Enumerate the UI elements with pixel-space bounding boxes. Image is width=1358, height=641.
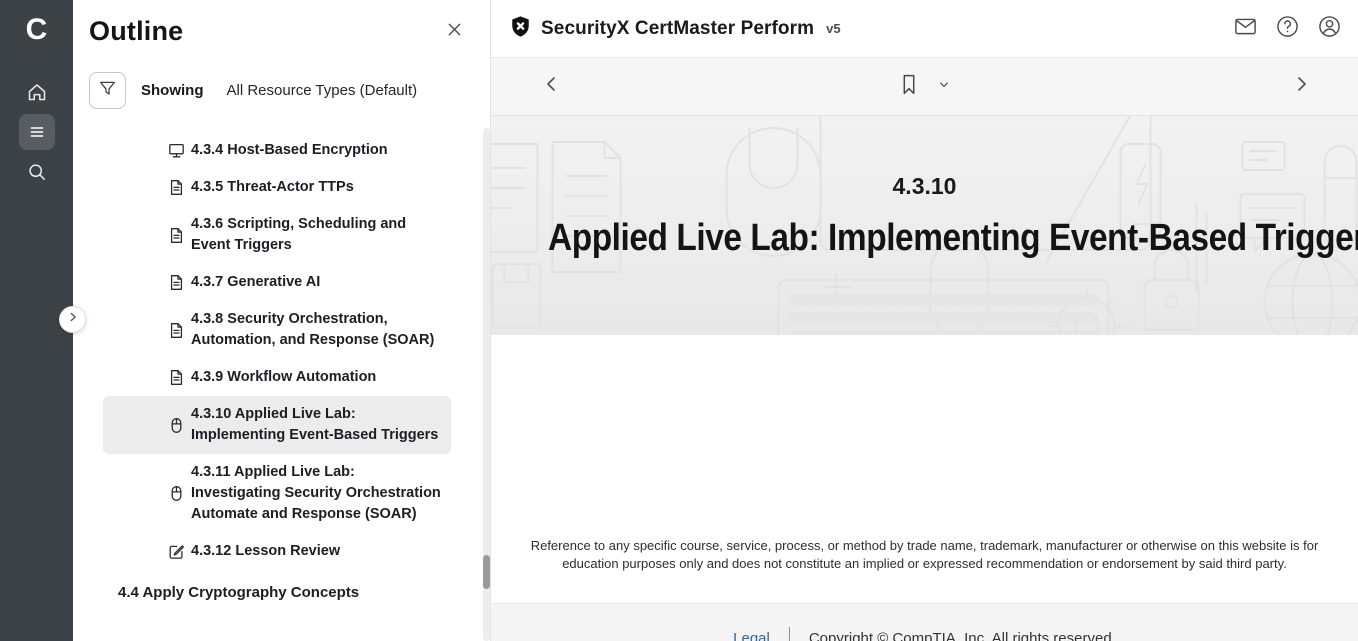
- brand: SecurityX CertMaster Perform v5: [509, 15, 841, 43]
- main-content: SecurityX CertMaster Perform v5: [490, 0, 1358, 641]
- outline-item-label: 4.3.11 Applied Live Lab: Investigating S…: [191, 462, 443, 525]
- messages-button[interactable]: [1233, 14, 1258, 44]
- header-actions: [1233, 14, 1342, 44]
- product-title: SecurityX CertMaster Perform: [541, 18, 814, 40]
- help-button[interactable]: [1275, 14, 1300, 44]
- outline-list: 4.3.4 Host-Based Encryption 4.3.5 Threat…: [73, 132, 490, 570]
- previous-page-button[interactable]: [541, 73, 563, 100]
- page-footer: Legal Copyright © CompTIA, Inc. All righ…: [491, 603, 1358, 641]
- home-icon: [26, 81, 48, 103]
- outline-item[interactable]: 4.3.9 Workflow Automation: [103, 359, 451, 396]
- outline-item-label: 4.3.8 Security Orchestration, Automation…: [191, 309, 443, 351]
- next-page-button[interactable]: [1290, 73, 1312, 100]
- outline-item[interactable]: 4.3.6 Scripting, Scheduling and Event Tr…: [103, 206, 451, 264]
- document-icon: [168, 369, 185, 386]
- chevron-right-icon: [1290, 73, 1312, 100]
- outline-scrollbar-track[interactable]: [483, 128, 490, 641]
- outline-panel-header: Outline: [73, 0, 490, 47]
- mail-icon: [1233, 14, 1258, 44]
- outline-item-label: 4.3.9 Workflow Automation: [191, 367, 443, 388]
- lesson-title: Applied Live Lab: Implementing Event-Bas…: [548, 217, 1358, 260]
- filter-button[interactable]: [89, 72, 126, 109]
- panel-expand-button[interactable]: [59, 306, 86, 333]
- filter-label: Showing: [141, 82, 204, 99]
- filter-value[interactable]: All Resource Types (Default): [227, 82, 418, 99]
- outline-item[interactable]: 4.3.11 Applied Live Lab: Investigating S…: [103, 454, 451, 533]
- outline-item[interactable]: 4.3.12 Lesson Review: [103, 533, 451, 570]
- close-icon: [445, 20, 464, 44]
- monitor-icon: [168, 142, 185, 159]
- filter-funnel-icon: [98, 79, 117, 103]
- outline-item-label: 4.3.6 Scripting, Scheduling and Event Tr…: [191, 214, 443, 256]
- outline-item-label: 4.3.5 Threat-Actor TTPs: [191, 177, 443, 198]
- search-button[interactable]: [19, 154, 55, 190]
- comptia-logo: C: [26, 10, 48, 50]
- outline-item-label: 4.3.12 Lesson Review: [191, 541, 443, 562]
- bookmark-button[interactable]: [898, 73, 919, 101]
- outline-item[interactable]: 4.3.5 Threat-Actor TTPs: [103, 169, 451, 206]
- document-icon: [168, 322, 185, 339]
- help-icon: [1275, 14, 1300, 44]
- outline-item[interactable]: 4.3.8 Security Orchestration, Automation…: [103, 301, 451, 359]
- outline-item[interactable]: 4.3.7 Generative AI: [103, 264, 451, 301]
- legal-link[interactable]: Legal: [733, 630, 770, 641]
- document-icon: [168, 274, 185, 291]
- rail-nav: [19, 74, 55, 190]
- document-icon: [168, 179, 185, 196]
- chevron-down-icon: [936, 77, 951, 97]
- account-button[interactable]: [1317, 14, 1342, 44]
- outline-title: Outline: [89, 16, 183, 47]
- home-button[interactable]: [19, 74, 55, 110]
- outline-close-button[interactable]: [445, 20, 464, 44]
- bookmark-icon: [898, 73, 919, 101]
- disclaimer-text: Reference to any specific course, servic…: [525, 537, 1325, 573]
- search-icon: [26, 161, 48, 183]
- mouse-icon: [168, 485, 185, 502]
- outline-item[interactable]: 4.3.4 Host-Based Encryption: [103, 132, 451, 169]
- lesson-body: Reference to any specific course, servic…: [491, 335, 1358, 603]
- outline-item[interactable]: 4.3.10 Applied Live Lab: Implementing Ev…: [103, 396, 451, 454]
- outline-item-label: 4.3.10 Applied Live Lab: Implementing Ev…: [191, 404, 443, 446]
- mouse-icon: [168, 417, 185, 434]
- document-icon: [168, 227, 185, 244]
- outline-item-label: 4.3.7 Generative AI: [191, 272, 443, 293]
- filter-row: Showing All Resource Types (Default): [89, 72, 490, 109]
- lesson-banner: 4.3.10 Applied Live Lab: Implementing Ev…: [491, 116, 1358, 335]
- copyright-text: Copyright © CompTIA, Inc. All rights res…: [809, 630, 1116, 641]
- outline-menu-icon: [26, 121, 48, 143]
- bookmark-menu-button[interactable]: [936, 77, 951, 97]
- edit-icon: [168, 543, 185, 560]
- outline-item-label: 4.3.4 Host-Based Encryption: [191, 140, 443, 161]
- outline-section-header[interactable]: 4.4 Apply Cryptography Concepts: [118, 576, 490, 609]
- outline-scrollbar-thumb[interactable]: [483, 555, 490, 589]
- bookmark-group: [898, 73, 951, 101]
- app-window: C Outline: [0, 0, 1358, 641]
- product-version: v5: [826, 21, 840, 36]
- chevron-right-icon: [66, 310, 80, 329]
- outline-menu-button[interactable]: [19, 114, 55, 150]
- content-header: SecurityX CertMaster Perform v5: [491, 0, 1358, 58]
- shield-x-icon: [509, 15, 532, 43]
- chevron-left-icon: [541, 73, 563, 100]
- lesson-number: 4.3.10: [491, 173, 1358, 200]
- footer-divider: [789, 627, 790, 641]
- lesson-toolbar: [491, 58, 1358, 116]
- outline-panel: Outline Showing All Resource Types (Defa…: [73, 0, 490, 641]
- account-icon: [1317, 14, 1342, 44]
